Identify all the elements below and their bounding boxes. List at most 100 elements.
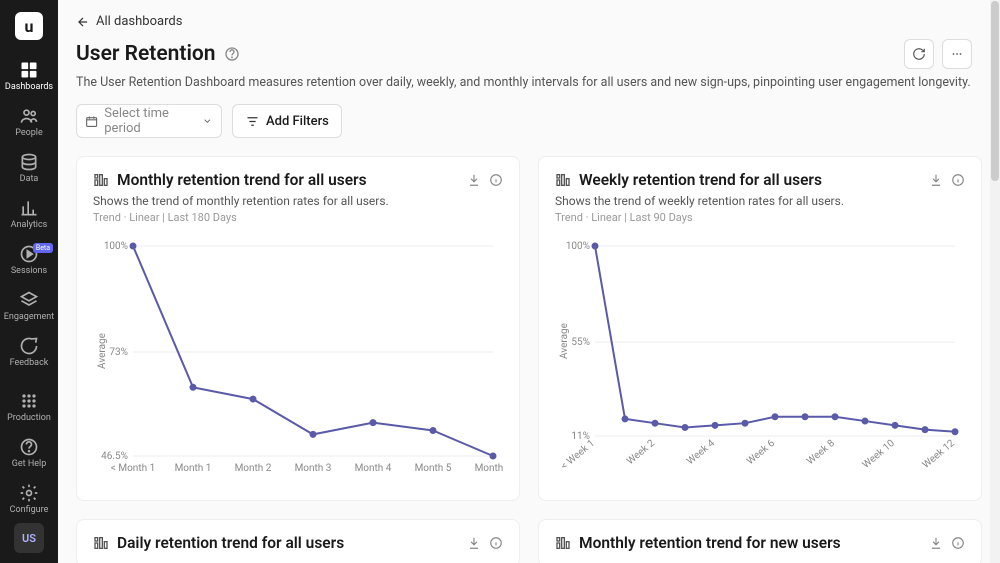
beta-badge: Beta [33, 243, 53, 253]
data-icon [19, 152, 39, 172]
info-icon[interactable] [951, 173, 965, 187]
download-icon[interactable] [929, 536, 943, 550]
svg-text:Week 4: Week 4 [685, 438, 717, 468]
svg-text:Average: Average [559, 323, 570, 359]
nav-label: Feedback [10, 358, 49, 368]
nav-data[interactable]: Data [0, 146, 58, 192]
svg-text:Average: Average [97, 333, 108, 369]
time-placeholder: Select time period [104, 106, 196, 136]
nav-analytics[interactable]: Analytics [0, 192, 58, 238]
card-title: Daily retention trend for all users [117, 534, 344, 552]
nav-engagement[interactable]: Engagement [0, 284, 58, 330]
logo[interactable]: u [15, 12, 43, 40]
engagement-icon [19, 290, 39, 310]
nav-configure[interactable]: Configure [0, 477, 58, 523]
download-icon[interactable] [929, 173, 943, 187]
card-daily-all: Daily retention trend for all users [76, 519, 520, 563]
info-icon[interactable] [224, 46, 240, 62]
svg-text:Month 3: Month 3 [295, 463, 332, 474]
chart-icon [555, 535, 571, 551]
svg-text:46.5%: 46.5% [101, 451, 128, 462]
arrow-left-icon [76, 15, 90, 29]
dashboard-icon [19, 60, 39, 80]
region-button[interactable]: US [14, 523, 44, 553]
card-subtitle: Shows the trend of monthly retention rat… [93, 194, 503, 208]
nav-label: Sessions [11, 266, 47, 276]
more-icon [950, 47, 964, 61]
svg-text:Week 6: Week 6 [745, 438, 777, 468]
add-filters-button[interactable]: Add Filters [232, 104, 342, 138]
apps-icon [19, 391, 39, 411]
nav-feedback[interactable]: Feedback [0, 330, 58, 376]
back-link[interactable]: All dashboards [76, 14, 972, 29]
card-title: Monthly retention trend for new users [579, 534, 841, 552]
nav-label: Configure [10, 505, 49, 515]
back-label: All dashboards [96, 14, 182, 29]
svg-text:100%: 100% [566, 241, 590, 252]
gear-icon [19, 483, 39, 503]
svg-text:55%: 55% [571, 337, 590, 348]
svg-text:Week 2: Week 2 [625, 438, 657, 468]
nav-people[interactable]: People [0, 100, 58, 146]
nav-label: Engagement [4, 312, 54, 322]
scrollbar-thumb[interactable] [991, 1, 999, 181]
card-monthly-all: Monthly retention trend for all users Sh… [76, 156, 520, 501]
card-weekly-all: Weekly retention trend for all users Sho… [538, 156, 982, 501]
sidebar: u Dashboards People Data Analytics Beta … [0, 0, 58, 563]
info-icon[interactable] [489, 173, 503, 187]
nav-label: People [15, 128, 43, 138]
svg-text:< Month 1: < Month 1 [111, 463, 155, 474]
refresh-button[interactable] [904, 39, 934, 69]
svg-text:Month 1: Month 1 [175, 463, 212, 474]
card-title: Weekly retention trend for all users [579, 171, 822, 189]
main-content: All dashboards User Retention The User R… [58, 0, 990, 563]
svg-text:Month 6: Month 6 [475, 463, 503, 474]
chart-icon [555, 172, 571, 188]
people-icon [19, 106, 39, 126]
calendar-icon [85, 114, 98, 129]
add-filters-label: Add Filters [266, 114, 329, 129]
analytics-icon [19, 198, 39, 218]
nav-production[interactable]: Production [0, 385, 58, 431]
nav-label: Dashboards [5, 82, 53, 92]
nav-label: Get Help [12, 459, 47, 469]
svg-text:< Week 1: < Week 1 [559, 438, 597, 472]
nav-help[interactable]: Get Help [0, 431, 58, 477]
nav-label: Analytics [11, 220, 48, 230]
time-period-select[interactable]: Select time period [76, 104, 222, 138]
svg-text:100%: 100% [104, 241, 128, 252]
svg-text:73%: 73% [109, 347, 128, 358]
chart-icon [93, 535, 109, 551]
card-monthly-new: Monthly retention trend for new users [538, 519, 982, 563]
svg-text:Month 5: Month 5 [415, 463, 452, 474]
chevron-down-icon [202, 115, 213, 127]
chart-monthly: 100% 73% 46.5% Average < Month 1 Month 1 Month… [93, 236, 503, 486]
card-title: Monthly retention trend for all users [117, 171, 367, 189]
feedback-icon [19, 336, 39, 356]
filter-icon [245, 114, 260, 129]
card-subtitle: Shows the trend of weekly retention rate… [555, 194, 965, 208]
more-button[interactable] [942, 39, 972, 69]
svg-text:Week 8: Week 8 [805, 438, 837, 468]
nav-dashboards[interactable]: Dashboards [0, 54, 58, 100]
page-title: User Retention [76, 42, 216, 66]
download-icon[interactable] [467, 536, 481, 550]
info-icon[interactable] [489, 536, 503, 550]
refresh-icon [912, 47, 926, 61]
svg-text:Month 4: Month 4 [355, 463, 392, 474]
chart-icon [93, 172, 109, 188]
download-icon[interactable] [467, 173, 481, 187]
svg-text:Month 2: Month 2 [235, 463, 272, 474]
chart-weekly: 100%55%11%Average< Week 1Week 2Week 4Wee… [555, 236, 965, 486]
info-icon[interactable] [951, 536, 965, 550]
help-icon [19, 437, 39, 457]
scrollbar[interactable] [990, 0, 1000, 563]
card-meta: Trend · Linear | Last 180 Days [93, 211, 503, 224]
svg-text:Week 10: Week 10 [861, 438, 898, 471]
page-description: The User Retention Dashboard measures re… [76, 75, 972, 90]
card-meta: Trend · Linear | Last 90 Days [555, 211, 965, 224]
nav-label: Data [20, 174, 39, 184]
nav-sessions[interactable]: Beta Sessions [0, 238, 58, 284]
nav-label: Production [7, 413, 51, 423]
svg-text:Week 12: Week 12 [921, 438, 958, 471]
